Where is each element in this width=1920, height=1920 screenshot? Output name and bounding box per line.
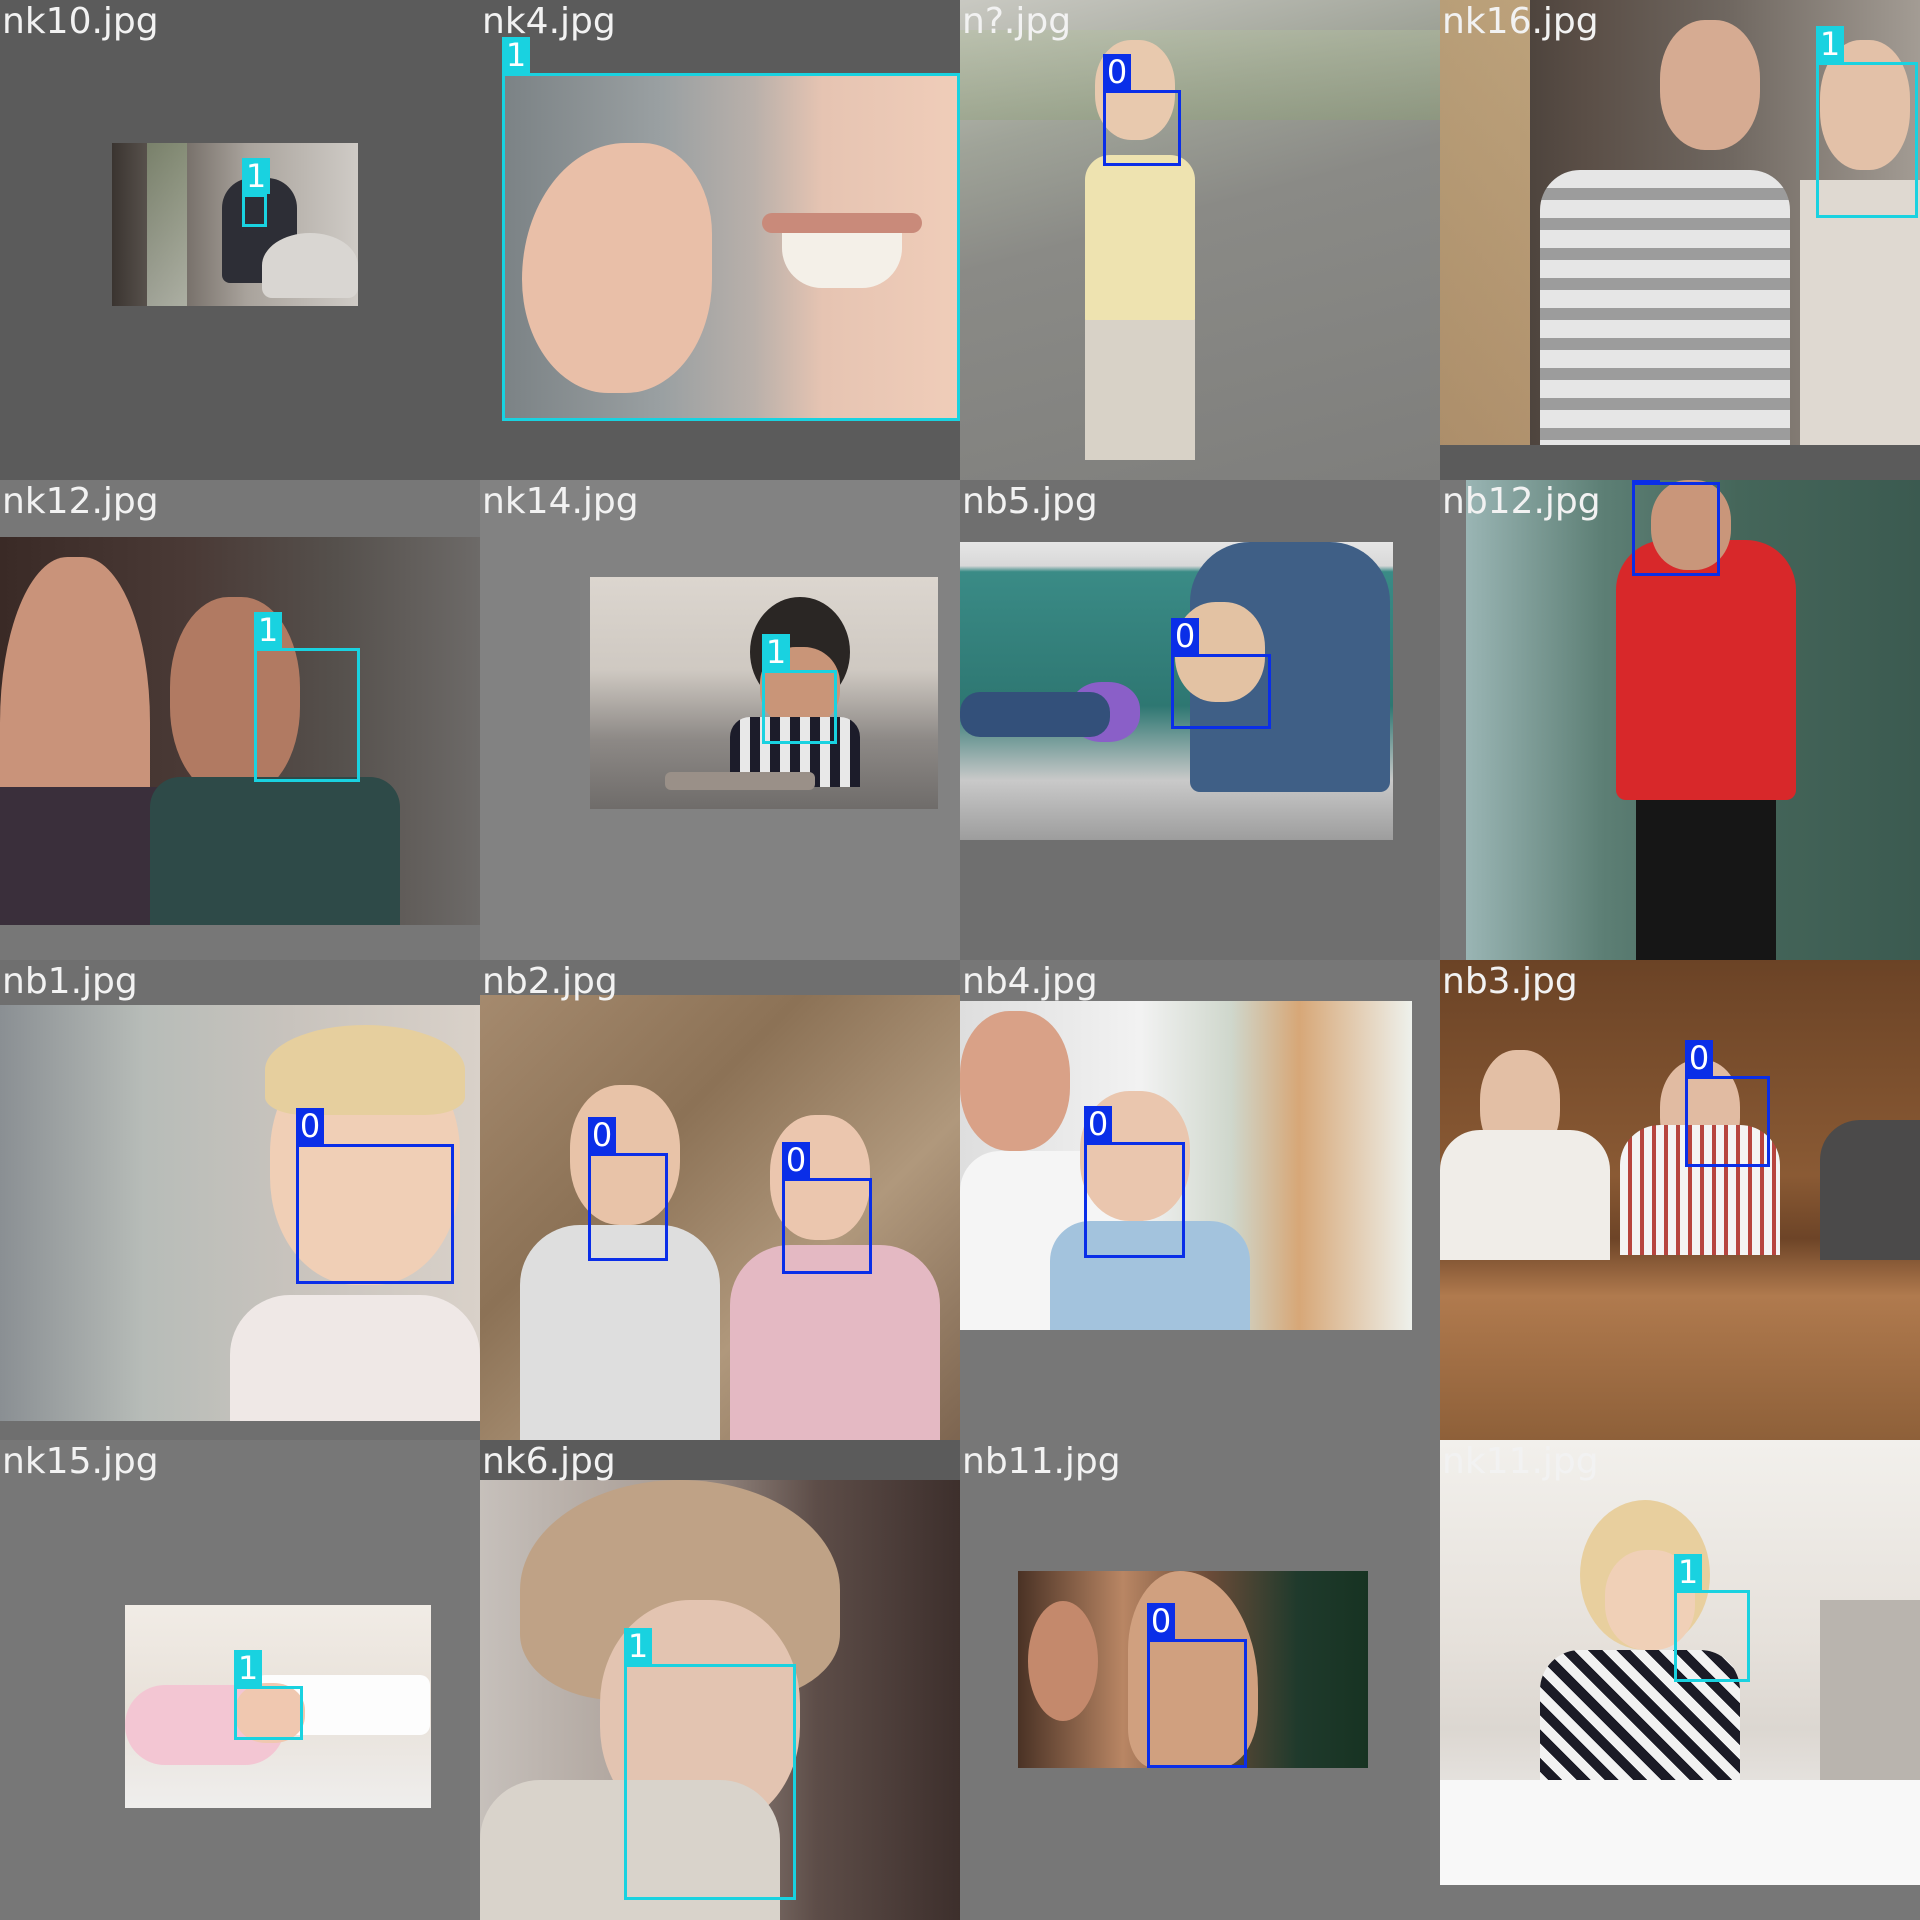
bbox-class-1: 1: [1674, 1554, 1750, 1682]
bbox-class-0: 0: [782, 1142, 872, 1274]
photo-n: [960, 0, 1440, 480]
class-tag: 1: [242, 158, 270, 194]
bbox-class-0: 0: [1171, 618, 1271, 729]
filename-label: nk4.jpg: [482, 1, 616, 42]
filename-label: nk16.jpg: [1442, 1, 1599, 42]
filename-label: n?.jpg: [962, 1, 1072, 42]
filename-label: nk15.jpg: [2, 1441, 159, 1482]
tile-nb5: nb5.jpg 0: [960, 480, 1440, 960]
class-tag: 0: [782, 1142, 810, 1178]
tile-nb3: nb3.jpg 0: [1440, 960, 1920, 1440]
bbox-class-0: 0: [1632, 480, 1720, 576]
filename-label: nb4.jpg: [962, 961, 1098, 1002]
class-tag: 0: [1632, 480, 1660, 482]
tile-nb12: nb12.jpg 0: [1440, 480, 1920, 960]
tile-nb4: nb4.jpg 0: [960, 960, 1440, 1440]
photo-nb2: [480, 995, 960, 1440]
filename-label: nk14.jpg: [482, 481, 639, 522]
bbox-class-0: 0: [1685, 1040, 1770, 1167]
bbox-class-1: 1: [502, 37, 960, 421]
tile-nk12: nk12.jpg 1: [0, 480, 480, 960]
tile-nb2: nb2.jpg 0 0: [480, 960, 960, 1440]
filename-label: nk11.jpg: [1442, 1441, 1599, 1482]
filename-label: nb1.jpg: [2, 961, 138, 1002]
bbox-class-1: 1: [762, 634, 837, 744]
filename-label: nb12.jpg: [1442, 481, 1601, 522]
tile-nk6: nk6.jpg 1: [480, 1440, 960, 1920]
tile-nk4: nk4.jpg 1: [480, 0, 960, 480]
bbox-class-0: 0: [1103, 54, 1181, 166]
bbox-class-0: 0: [1147, 1603, 1247, 1768]
tile-nk16: nk16.jpg 1: [1440, 0, 1920, 480]
class-tag: 0: [1685, 1040, 1713, 1076]
bbox-class-1: 1: [234, 1650, 303, 1740]
photo-nb4: [960, 1001, 1412, 1330]
bbox-class-1: 1: [242, 158, 270, 227]
class-tag: 0: [1147, 1603, 1175, 1639]
filename-label: nk6.jpg: [482, 1441, 616, 1482]
photo-nb3: [1440, 960, 1920, 1440]
bbox-class-1: 1: [624, 1628, 796, 1900]
photo-nk10: [112, 143, 358, 306]
filename-label: nb3.jpg: [1442, 961, 1578, 1002]
tile-nb11: nb11.jpg 0: [960, 1440, 1440, 1920]
filename-label: nk10.jpg: [2, 1, 159, 42]
class-tag: 1: [762, 634, 790, 670]
bbox-class-0: 0: [588, 1117, 668, 1261]
detection-mosaic: nk10.jpg 1 nk4.jpg 1 n?.jpg 0 nk16.jpg 1…: [0, 0, 1920, 1920]
class-tag: 0: [1171, 618, 1199, 654]
class-tag: 0: [1084, 1106, 1112, 1142]
filename-label: nb11.jpg: [962, 1441, 1121, 1482]
tile-nb1: nb1.jpg 0: [0, 960, 480, 1440]
photo-nk12: [0, 537, 480, 925]
class-tag: 0: [588, 1117, 616, 1153]
tile-nk10: nk10.jpg 1: [0, 0, 480, 480]
class-tag: 1: [502, 37, 530, 73]
bbox-class-0: 0: [296, 1108, 454, 1284]
class-tag: 1: [234, 1650, 262, 1686]
filename-label: nb5.jpg: [962, 481, 1098, 522]
class-tag: 0: [296, 1108, 324, 1144]
tile-n: n?.jpg 0: [960, 0, 1440, 480]
filename-label: nk12.jpg: [2, 481, 159, 522]
bbox-class-1: 1: [1816, 26, 1918, 218]
filename-label: nb2.jpg: [482, 961, 618, 1002]
class-tag: 1: [254, 612, 282, 648]
bbox-class-1: 1: [254, 612, 360, 782]
class-tag: 1: [1816, 26, 1844, 62]
tile-nk14: nk14.jpg 1: [480, 480, 960, 960]
class-tag: 1: [624, 1628, 652, 1664]
bbox-class-0: 0: [1084, 1106, 1185, 1258]
class-tag: 1: [1674, 1554, 1702, 1590]
tile-nk15: nk15.jpg 1: [0, 1440, 480, 1920]
tile-nk11: nk11.jpg 1: [1440, 1440, 1920, 1920]
class-tag: 0: [1103, 54, 1131, 90]
